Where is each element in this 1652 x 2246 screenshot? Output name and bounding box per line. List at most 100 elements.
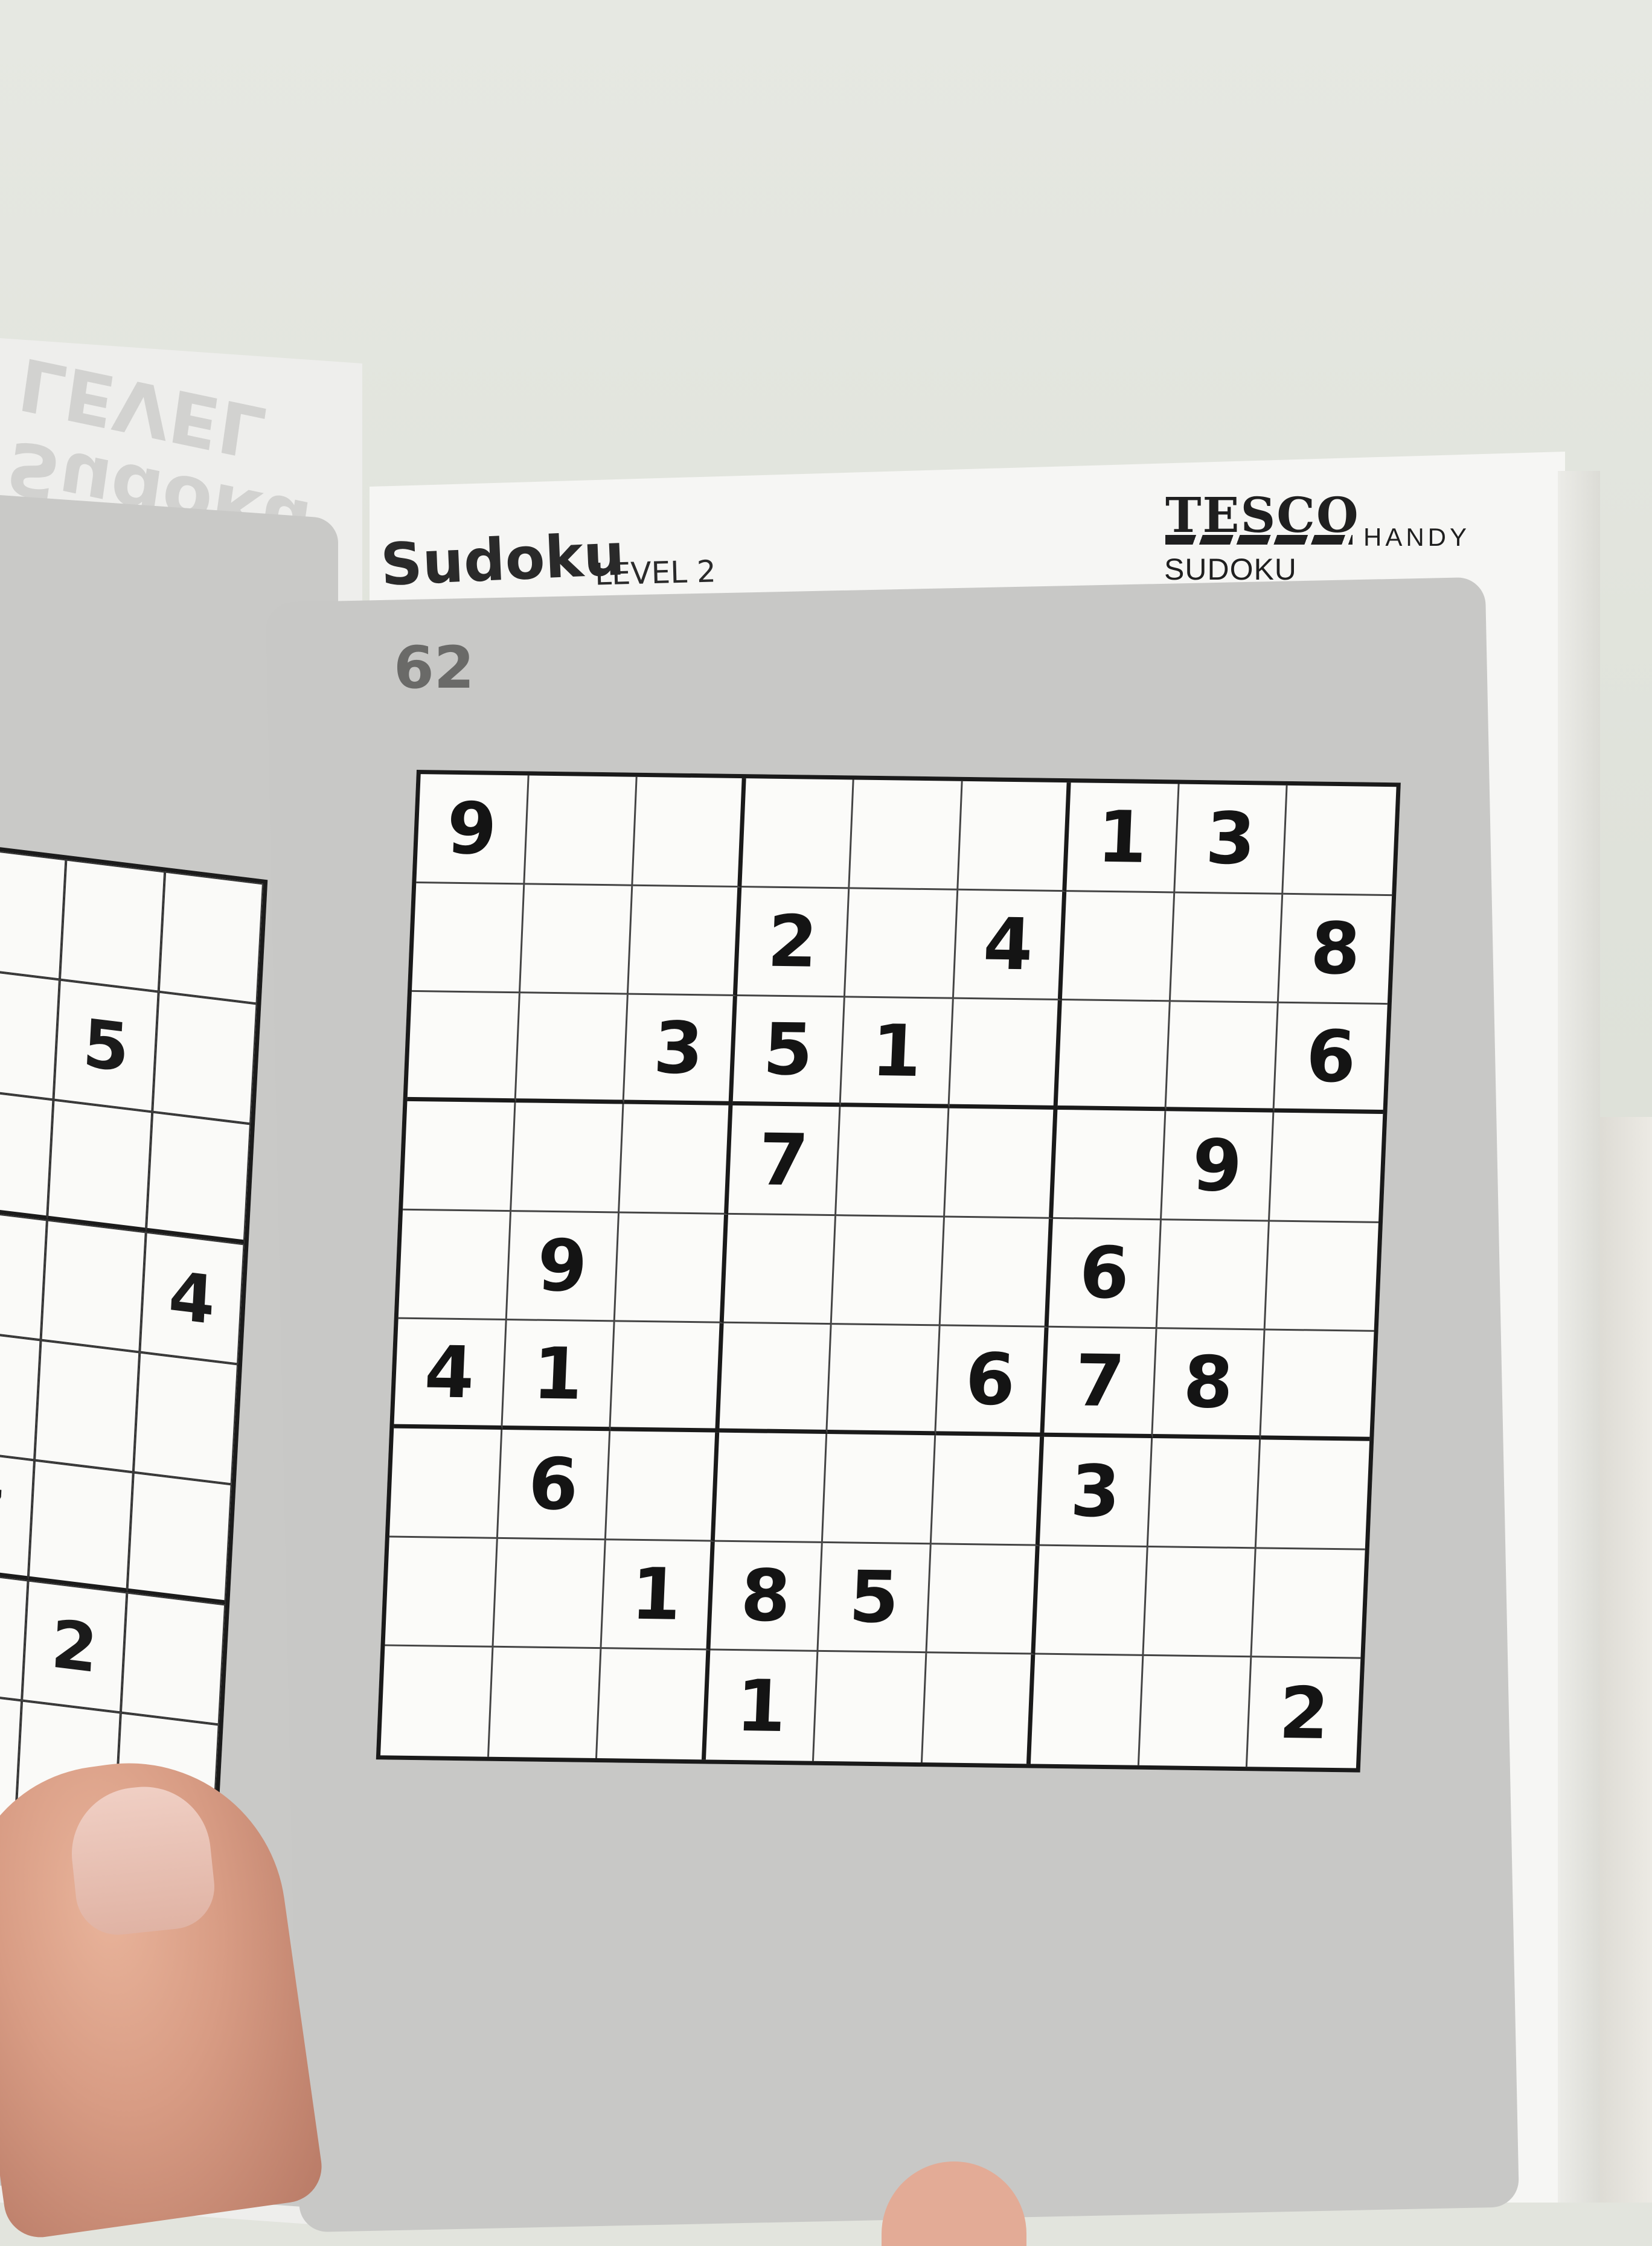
page-title: Sudoku: [379, 520, 626, 599]
sudoku-cell-r9-c9[interactable]: 2: [1247, 1658, 1360, 1768]
sudoku-cell-r2-c5[interactable]: [845, 889, 958, 1000]
sudoku-cell-r8-c9[interactable]: [1252, 1548, 1365, 1659]
sudoku-cell-r4-c4[interactable]: 7: [728, 1105, 841, 1216]
sudoku-cell-r9-c2[interactable]: [488, 1648, 602, 1759]
sudoku-cell-r8-c7[interactable]: [1035, 1546, 1148, 1657]
sudoku-cell-r8-c4[interactable]: 8: [710, 1541, 823, 1653]
sudoku-cell-r4-c9[interactable]: [1270, 1112, 1383, 1223]
sudoku-cell-r8-c6[interactable]: [927, 1544, 1040, 1655]
sudoku-cell-r9-c3[interactable]: [597, 1649, 711, 1760]
sudoku-cell-r5-c6[interactable]: [940, 1217, 1054, 1328]
left-sudoku-cell: [0, 1328, 41, 1461]
sudoku-cell-r1-c4[interactable]: [741, 778, 854, 889]
sudoku-cell-r6-c8[interactable]: 8: [1153, 1329, 1266, 1440]
left-sudoku-cell: [158, 871, 263, 1004]
sudoku-cell-r1-c1[interactable]: 9: [416, 774, 530, 885]
sudoku-cell-r8-c8[interactable]: [1144, 1547, 1257, 1658]
sudoku-cell-r7-c2[interactable]: 6: [498, 1429, 611, 1540]
sudoku-cell-r6-c6[interactable]: 6: [935, 1326, 1049, 1437]
puzzle-number: 62: [394, 634, 475, 702]
sudoku-cell-r2-c8[interactable]: [1170, 893, 1284, 1004]
sudoku-cell-r4-c3[interactable]: [620, 1104, 733, 1215]
sudoku-cell-r6-c2[interactable]: 1: [502, 1320, 615, 1432]
sudoku-cell-r3-c5[interactable]: 1: [840, 997, 954, 1109]
sudoku-cell-r2-c7[interactable]: [1062, 891, 1176, 1002]
sudoku-cell-r2-c4[interactable]: 2: [737, 887, 850, 998]
sudoku-cell-r8-c3[interactable]: 1: [601, 1540, 715, 1651]
sudoku-cell-r3-c9[interactable]: 6: [1274, 1003, 1388, 1114]
sudoku-cell-r7-c6[interactable]: [931, 1435, 1045, 1546]
sudoku-cell-r5-c5[interactable]: [831, 1215, 945, 1326]
sudoku-cell-r4-c5[interactable]: [836, 1107, 950, 1218]
left-sudoku-cell: 4: [139, 1232, 245, 1365]
left-sudoku-cell: [28, 1460, 133, 1593]
sudoku-cell-r3-c3[interactable]: 3: [624, 994, 737, 1105]
sudoku-cell-r3-c4[interactable]: 5: [732, 996, 846, 1107]
sudoku-cell-r3-c6[interactable]: [949, 999, 1063, 1110]
sudoku-cell-r1-c6[interactable]: [958, 781, 1071, 892]
sudoku-cell-r8-c5[interactable]: 5: [818, 1543, 932, 1654]
sudoku-cell-r7-c3[interactable]: [606, 1431, 719, 1542]
sudoku-cell-r3-c8[interactable]: [1166, 1002, 1279, 1113]
sudoku-cell-r1-c8[interactable]: 3: [1175, 784, 1289, 895]
sudoku-cell-r4-c6[interactable]: [944, 1108, 1058, 1219]
sudoku-cell-r9-c5[interactable]: [814, 1652, 927, 1763]
sudoku-cell-r5-c3[interactable]: [615, 1213, 728, 1324]
sudoku-cell-r1-c3[interactable]: [633, 776, 746, 888]
sudoku-cell-r5-c1[interactable]: [398, 1210, 511, 1321]
sudoku-cell-r6-c4[interactable]: [719, 1323, 832, 1435]
sudoku-cell-r6-c7[interactable]: 7: [1044, 1328, 1157, 1439]
sudoku-cell-r3-c1[interactable]: [407, 992, 520, 1103]
brand-stripes: [1165, 535, 1353, 545]
sudoku-cell-r2-c6[interactable]: 4: [953, 890, 1067, 1001]
left-sudoku-cell: [60, 859, 165, 992]
sudoku-cell-r6-c1[interactable]: 4: [394, 1319, 507, 1430]
sudoku-cell-r7-c5[interactable]: [822, 1434, 936, 1544]
left-sudoku-cell: 5: [53, 979, 159, 1112]
sudoku-cell-r5-c9[interactable]: [1265, 1221, 1378, 1333]
sudoku-cell-r4-c1[interactable]: [403, 1101, 516, 1212]
sudoku-cell-r8-c1[interactable]: [385, 1537, 498, 1648]
sudoku-cell-r9-c6[interactable]: [922, 1653, 1036, 1764]
left-sudoku-cell: [133, 1352, 239, 1485]
left-sudoku-cell: [0, 847, 66, 980]
sudoku-cell-r7-c9[interactable]: [1257, 1439, 1370, 1550]
sudoku-cell-r5-c7[interactable]: 6: [1048, 1218, 1162, 1329]
sudoku-cell-r9-c4[interactable]: 1: [705, 1650, 819, 1761]
sudoku-cell-r1-c9[interactable]: [1283, 785, 1397, 896]
level-label: LEVEL 2: [594, 554, 717, 592]
sudoku-cell-r3-c7[interactable]: [1057, 1000, 1171, 1112]
sudoku-cell-r1-c5[interactable]: [850, 779, 963, 891]
sudoku-grid: 91324835167996416786318512: [376, 770, 1401, 1773]
sudoku-cell-r7-c7[interactable]: 3: [1040, 1436, 1153, 1547]
sudoku-cell-r2-c1[interactable]: [411, 883, 525, 994]
sudoku-cell-r2-c2[interactable]: [520, 885, 633, 995]
sudoku-cell-r1-c7[interactable]: 1: [1066, 782, 1180, 894]
sudoku-cell-r6-c9[interactable]: [1261, 1330, 1374, 1441]
sudoku-cell-r2-c3[interactable]: [628, 886, 741, 997]
left-sudoku-cell: 2: [22, 1580, 127, 1713]
sudoku-cell-r5-c8[interactable]: [1157, 1220, 1270, 1331]
left-sudoku-cell: [146, 1112, 251, 1244]
sudoku-cell-r8-c2[interactable]: [493, 1538, 606, 1649]
sudoku-cell-r1-c2[interactable]: [524, 775, 638, 886]
sudoku-cell-r9-c1[interactable]: [380, 1646, 493, 1757]
sudoku-cell-r9-c7[interactable]: [1031, 1654, 1144, 1765]
sudoku-cell-r6-c5[interactable]: [827, 1325, 941, 1436]
left-sudoku-cell: [40, 1220, 146, 1352]
sudoku-cell-r4-c2[interactable]: [511, 1102, 624, 1214]
sudoku-cell-r7-c1[interactable]: [389, 1428, 502, 1539]
sudoku-cell-r7-c8[interactable]: [1148, 1438, 1261, 1549]
left-sudoku-cell: [0, 967, 60, 1100]
sudoku-cell-r4-c8[interactable]: 9: [1161, 1111, 1275, 1222]
sudoku-cell-r3-c2[interactable]: [516, 993, 629, 1104]
sudoku-cell-r4-c7[interactable]: [1053, 1109, 1167, 1220]
sudoku-cell-r7-c4[interactable]: [714, 1432, 828, 1543]
left-sudoku-cell: [127, 1472, 232, 1605]
sudoku-cell-r9-c8[interactable]: [1139, 1656, 1252, 1767]
sudoku-cell-r6-c3[interactable]: [610, 1322, 724, 1433]
sudoku-cell-r5-c2[interactable]: 9: [507, 1211, 620, 1322]
left-sudoku-cell: [47, 1099, 152, 1232]
sudoku-cell-r5-c4[interactable]: [723, 1214, 837, 1325]
sudoku-cell-r2-c9[interactable]: 8: [1279, 894, 1392, 1005]
